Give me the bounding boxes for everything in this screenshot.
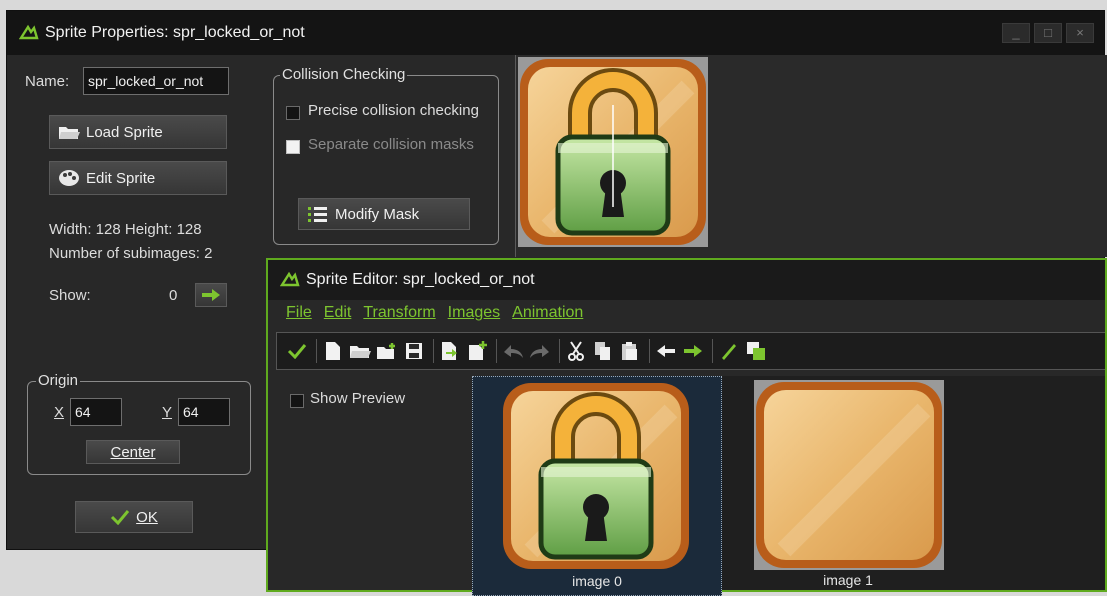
gamemaker-logo-icon xyxy=(19,24,39,40)
next-subimage-button[interactable] xyxy=(195,283,227,307)
origin-group: Origin X Y Center xyxy=(27,372,251,475)
separate-masks-checkbox[interactable] xyxy=(286,140,300,154)
menu-images[interactable]: Images xyxy=(448,304,500,322)
copy-icon[interactable] xyxy=(591,339,615,363)
open-folder-icon xyxy=(59,127,80,139)
edit-sprite-button[interactable]: Edit Sprite xyxy=(49,161,227,195)
name-label: Name: xyxy=(25,73,70,90)
frame-0-image xyxy=(501,381,691,571)
frame-thumbnail[interactable]: image 0 xyxy=(472,376,722,596)
sprite-preview-panel xyxy=(515,55,1107,257)
draw-icon[interactable] xyxy=(717,339,741,363)
center-button[interactable]: Center xyxy=(86,440,180,464)
frames-panel: image 0 image 1 xyxy=(472,376,1105,596)
redo-icon[interactable] xyxy=(528,339,552,363)
gamemaker-logo-icon xyxy=(280,271,300,287)
window-title: Sprite Properties: spr_locked_or_not xyxy=(45,24,305,41)
editor-toolbar xyxy=(276,332,1105,370)
toolbar-divider xyxy=(712,339,713,363)
maximize-button[interactable]: □ xyxy=(1034,23,1062,43)
frame-1-label: image 1 xyxy=(823,572,873,588)
sprite-preview-image xyxy=(518,57,708,247)
precise-collision-label: Precise collision checking xyxy=(308,102,479,119)
precise-collision-checkbox[interactable] xyxy=(286,106,300,120)
undo-icon[interactable] xyxy=(501,339,525,363)
show-preview-label: Show Preview xyxy=(310,390,406,407)
add-image-icon[interactable] xyxy=(465,339,489,363)
origin-y-label: Y xyxy=(162,404,173,421)
name-field[interactable] xyxy=(83,67,229,95)
menu-file[interactable]: File xyxy=(286,304,312,322)
close-button[interactable]: × xyxy=(1066,23,1094,43)
collision-checking-group: Collision Checking Precise collision che… xyxy=(273,66,499,245)
paste-icon[interactable] xyxy=(618,339,642,363)
toolbar-divider xyxy=(649,339,650,363)
center-label: Center xyxy=(110,443,156,461)
toolbar-divider xyxy=(433,339,434,363)
origin-x-label: X xyxy=(54,404,65,421)
frame-0-label: image 0 xyxy=(572,573,622,589)
frame-1-image xyxy=(754,380,944,570)
menu-edit[interactable]: Edit xyxy=(324,304,352,322)
next-icon[interactable] xyxy=(681,339,705,363)
load-sprite-button[interactable]: Load Sprite xyxy=(49,115,227,149)
subimages-text: Number of subimages: 2 xyxy=(49,245,213,262)
modify-mask-button[interactable]: Modify Mask xyxy=(298,198,470,230)
menu-animation[interactable]: Animation xyxy=(512,304,583,322)
show-label: Show: xyxy=(49,287,91,304)
modify-mask-label: Modify Mask xyxy=(335,205,420,223)
new-icon[interactable] xyxy=(321,339,345,363)
editor-title: Sprite Editor: spr_locked_or_not xyxy=(306,271,535,288)
arrow-right-icon xyxy=(202,289,220,301)
add-file-icon[interactable] xyxy=(375,339,399,363)
open-icon[interactable] xyxy=(348,339,372,363)
frame-thumbnail[interactable]: image 1 xyxy=(748,376,948,594)
toolbar-divider xyxy=(316,339,317,363)
toolbar-divider xyxy=(496,339,497,363)
dimensions-text: Width: 128 Height: 128 xyxy=(49,221,202,238)
checkmark-icon xyxy=(111,510,130,525)
list-icon xyxy=(308,207,327,222)
origin-x-field[interactable] xyxy=(70,398,122,426)
editor-menu-bar: File Edit Transform Images Animation xyxy=(286,304,583,322)
menu-transform[interactable]: Transform xyxy=(363,304,435,322)
show-preview-checkbox[interactable] xyxy=(290,394,304,408)
import-icon[interactable] xyxy=(438,339,462,363)
cut-icon[interactable] xyxy=(564,339,588,363)
load-sprite-label: Load Sprite xyxy=(86,123,163,141)
palette-icon xyxy=(59,170,79,186)
confirm-icon[interactable] xyxy=(285,339,309,363)
sprite-editor-window: Sprite Editor: spr_locked_or_not File Ed… xyxy=(266,258,1107,596)
ok-label: OK xyxy=(136,508,158,526)
origin-y-field[interactable] xyxy=(178,398,230,426)
toolbar-divider xyxy=(559,339,560,363)
previous-icon[interactable] xyxy=(654,339,678,363)
color-icon[interactable] xyxy=(744,339,768,363)
ok-button[interactable]: OK xyxy=(75,501,193,533)
edit-sprite-label: Edit Sprite xyxy=(86,169,156,187)
collision-checking-title: Collision Checking xyxy=(280,66,408,83)
editor-title-bar[interactable]: Sprite Editor: spr_locked_or_not xyxy=(268,260,1105,300)
save-icon[interactable] xyxy=(402,339,426,363)
show-value: 0 xyxy=(169,287,178,304)
separate-masks-label: Separate collision masks xyxy=(308,136,474,153)
window-controls: _ □ × xyxy=(1002,23,1094,43)
origin-title: Origin xyxy=(36,372,81,389)
minimize-button[interactable]: _ xyxy=(1002,23,1030,43)
title-bar[interactable]: Sprite Properties: spr_locked_or_not _ □… xyxy=(7,11,1104,55)
